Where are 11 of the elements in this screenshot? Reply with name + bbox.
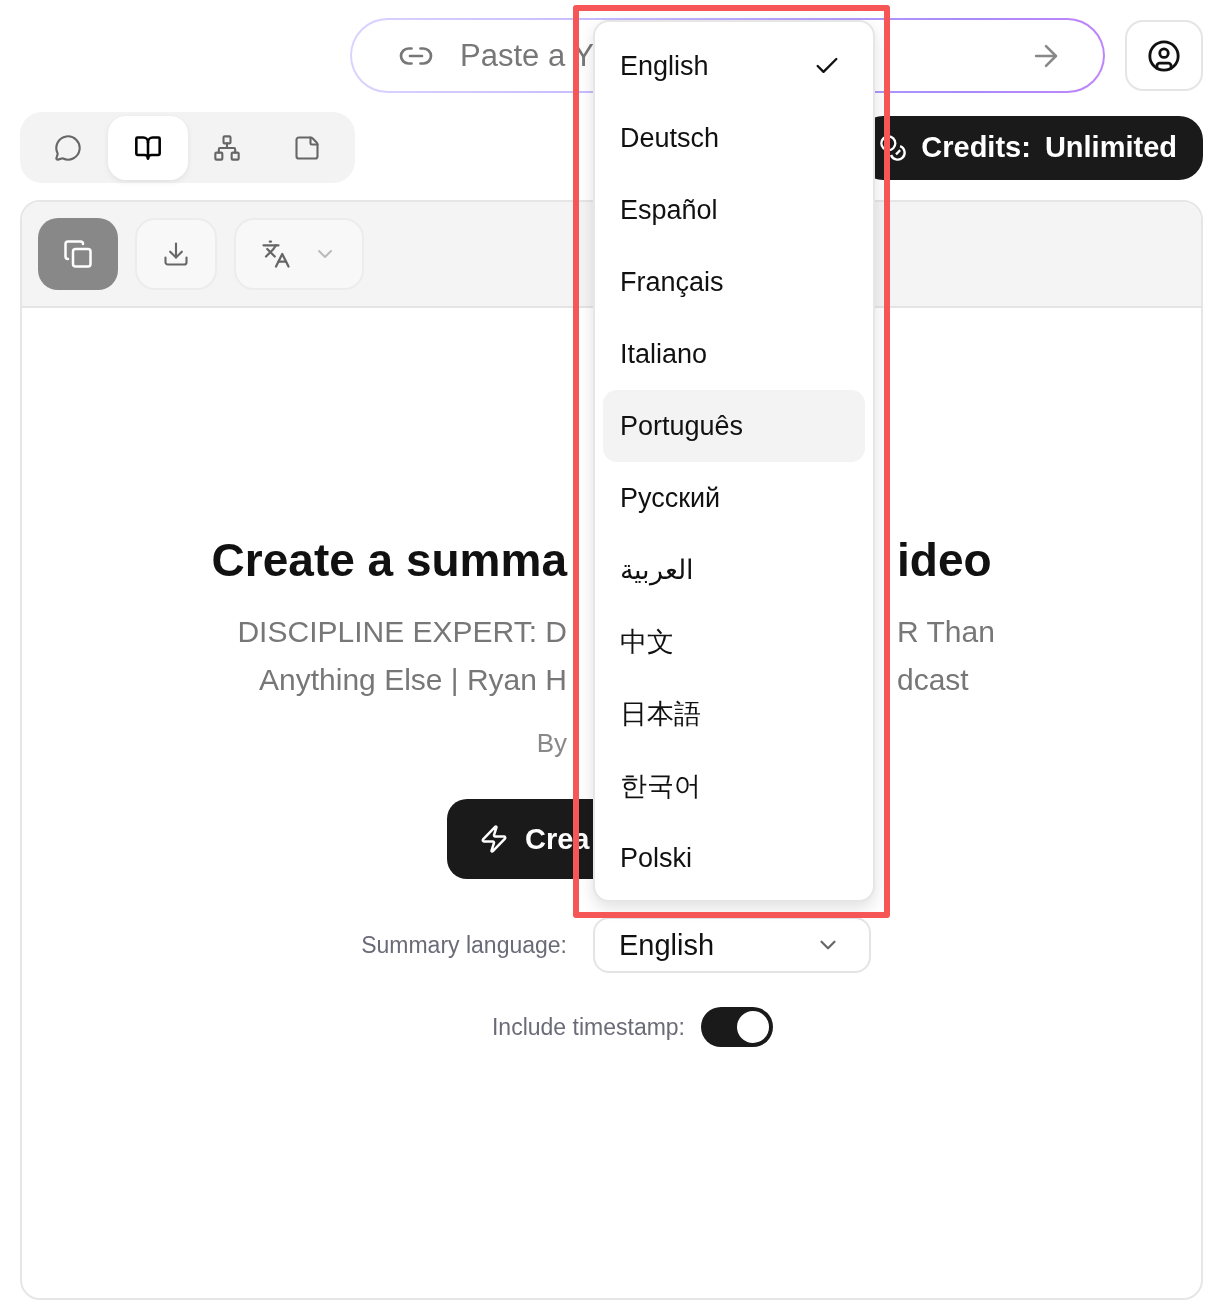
video-title: DISCIPLINE EXPERT: D xyxy=(237,614,567,650)
video-title: Anything Else | Ryan H xyxy=(259,662,567,698)
credits-value: Unlimited xyxy=(1044,131,1177,164)
timestamp-label: Include timestamp: xyxy=(492,1013,685,1041)
summary-title: ideo xyxy=(897,534,992,586)
language-label: Summary language: xyxy=(361,931,567,959)
credits-label: Credits: xyxy=(921,131,1031,164)
video-title: dcast xyxy=(897,663,969,696)
author-text: By xyxy=(536,727,567,760)
video-title: R Than xyxy=(897,615,995,648)
summary-title: Create a summa xyxy=(211,533,567,588)
